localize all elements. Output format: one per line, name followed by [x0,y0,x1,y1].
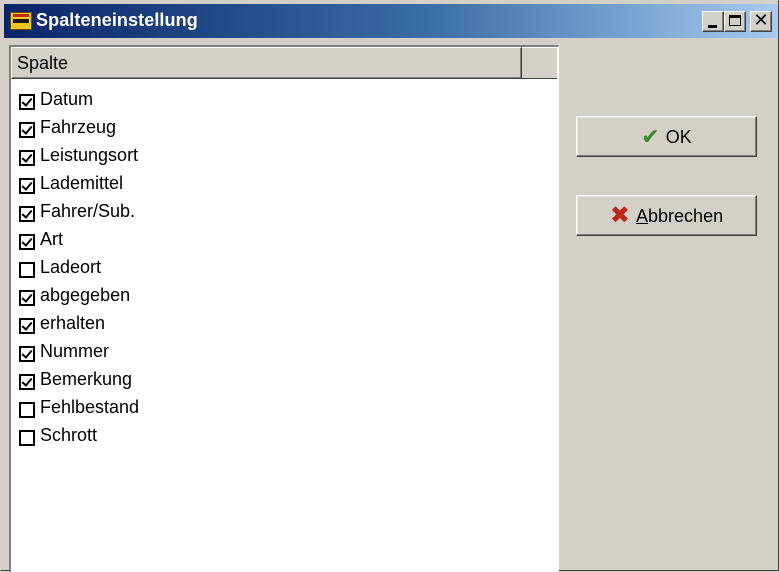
column-header-spalte[interactable]: Spalte [11,47,522,79]
column-header-filler [522,47,557,79]
list-item-label: Ladeort [40,257,102,277]
checkbox-checked[interactable] [19,150,35,166]
close-button[interactable]: ✕ [750,10,772,32]
checkbox-checked[interactable] [19,122,35,138]
list-item-label: Nummer [40,341,110,361]
checkbox-checked[interactable] [19,178,35,194]
list-item-label: Lademittel [40,173,124,193]
checkbox-checked[interactable] [19,94,35,110]
checkbox-unchecked[interactable] [19,402,35,418]
maximize-icon [729,15,741,26]
maximize-button[interactable] [724,11,746,32]
list-item-label: Fehlbestand [40,397,140,417]
list-item-label: Fahrer/Sub. [40,201,136,221]
cancel-button-label: Abbrechen [636,206,723,226]
close-icon: ✕ [753,10,769,30]
checkbox-checked[interactable] [19,318,35,334]
app-icon [10,12,32,30]
list-item-label: erhalten [40,313,106,333]
dialog-window: Spalteneinstellung ✕ Spalte Datum Fahrzeu… [0,0,779,572]
list-header: Spalte [11,47,557,79]
checkmark-icon: ✔ [641,124,660,150]
list-item-label: Leistungsort [40,145,139,165]
column-list[interactable]: Spalte Datum Fahrzeug Leistungsort Lademitt… [9,45,559,572]
checkbox-checked[interactable] [19,290,35,306]
minimize-icon [708,25,717,28]
cancel-rest: bbrechen [648,205,724,226]
checkbox-checked[interactable] [19,374,35,390]
checkbox-checked[interactable] [19,234,35,250]
cancel-mnemonic: A [636,205,649,226]
column-header-label: Spalte [17,53,69,73]
list-item-label: Schrott [40,425,98,445]
list-item-label: Datum [40,89,94,109]
checkbox-checked[interactable] [19,346,35,362]
checkbox-checked[interactable] [19,206,35,222]
checkbox-unchecked[interactable] [19,430,35,446]
ok-button[interactable]: ✔ OK [576,116,757,157]
cancel-button[interactable]: ✖ Abbrechen [576,195,757,236]
list-item-label: abgegeben [40,285,131,305]
checkbox-unchecked[interactable] [19,262,35,278]
list-item-label: Fahrzeug [40,117,117,137]
list-item-label: Bemerkung [40,369,133,389]
minimize-button[interactable] [702,11,724,32]
window-title: Spalteneinstellung [36,10,198,30]
cross-icon: ✖ [609,202,631,230]
title-bar[interactable]: Spalteneinstellung ✕ [4,4,777,38]
list-item-label: Art [40,229,64,249]
ok-button-label: OK [665,126,692,147]
